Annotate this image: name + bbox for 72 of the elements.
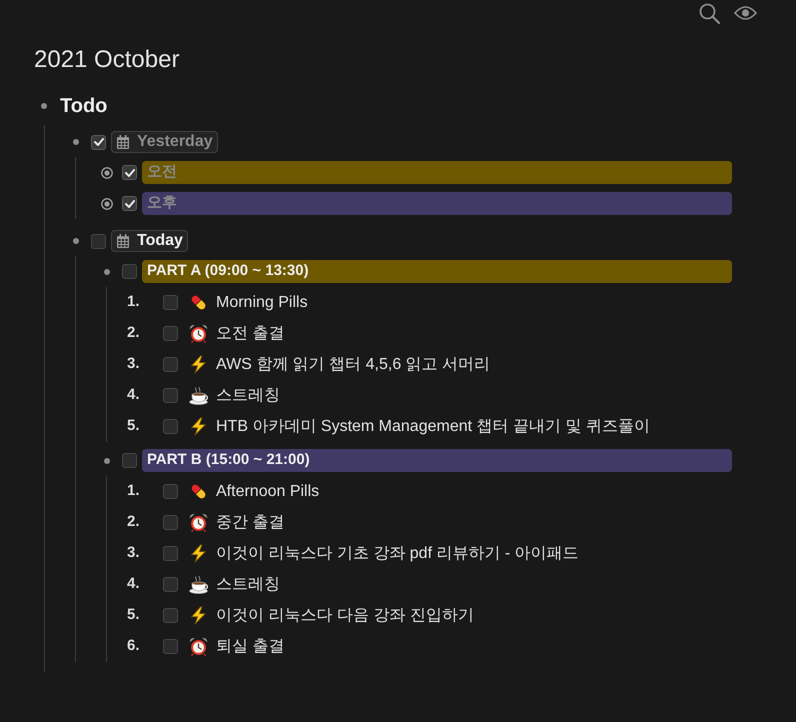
task-text: 오전 출결: [216, 324, 284, 344]
task-text: 이것이 리눅스다 기초 강좌 pdf 리뷰하기 - 아이패드: [216, 544, 579, 564]
task-text: Morning Pills: [216, 292, 308, 312]
list-number: 5.: [127, 416, 141, 436]
task-text: AWS 함께 읽기 챕터 4,5,6 읽고 서머리: [216, 354, 490, 374]
list-number: 2.: [127, 512, 141, 532]
checkbox[interactable]: [163, 608, 178, 623]
list-number: 3.: [127, 354, 141, 374]
coffee-cup-icon: [189, 575, 208, 594]
highlighted-text: 오전: [147, 162, 177, 182]
search-icon[interactable]: [699, 3, 720, 24]
checkbox[interactable]: [163, 419, 178, 434]
checkbox[interactable]: [163, 515, 178, 530]
bullet-icon[interactable]: [73, 139, 79, 145]
date-label: Yesterday: [137, 132, 213, 152]
checkbox[interactable]: [163, 484, 178, 499]
task-text: 이것이 리눅스다 다음 강좌 진입하기: [216, 606, 474, 626]
checkbox[interactable]: [122, 165, 137, 180]
checkbox[interactable]: [122, 453, 137, 468]
task-text: 중간 출결: [216, 512, 284, 532]
list-number: 4.: [127, 574, 141, 594]
highlighted-text: PART A (09:00 ~ 13:30): [147, 261, 309, 282]
checkbox[interactable]: [91, 234, 106, 248]
list-number: 3.: [127, 543, 141, 564]
checkbox[interactable]: [163, 639, 178, 654]
task-text: 스트레칭: [216, 386, 280, 406]
coffee-cup-icon: [189, 386, 208, 405]
alarm-clock-icon: [189, 513, 208, 532]
calendar-icon: [117, 135, 129, 149]
checkbox[interactable]: [122, 196, 137, 211]
highlighted-text: 오후: [147, 193, 177, 214]
bullet-icon[interactable]: [73, 238, 79, 244]
date-label: Today: [137, 231, 183, 251]
alarm-clock-icon: [189, 324, 208, 343]
checkbox[interactable]: [163, 295, 178, 310]
task-text: Afternoon Pills: [216, 482, 320, 502]
list-number: 4.: [127, 385, 141, 406]
checkmark-icon: [124, 168, 134, 176]
checkbox[interactable]: [163, 357, 178, 372]
page-title: 2021 October: [33, 45, 180, 75]
lightning-bolt-icon: [189, 417, 208, 436]
checkbox[interactable]: [163, 326, 178, 341]
pill-icon: [189, 482, 208, 501]
bullet-icon[interactable]: [104, 458, 110, 464]
task-text: 퇴실 출결: [216, 636, 284, 656]
task-text: HTB 아카데미 System Management 챕터 끝내기 및 퀴즈풀이: [216, 416, 650, 436]
lightning-bolt-icon: [189, 606, 208, 625]
calendar-icon: [117, 234, 129, 248]
pill-icon: [189, 293, 208, 312]
eye-icon[interactable]: [734, 6, 757, 20]
checkbox[interactable]: [122, 264, 137, 279]
task-text: 스트레칭: [216, 574, 280, 594]
lightning-bolt-icon: [189, 355, 208, 374]
list-heading: Todo: [60, 94, 108, 119]
list-number: 2.: [127, 323, 141, 344]
list-number: 6.: [127, 636, 141, 656]
bullet-icon[interactable]: [41, 103, 47, 109]
checkmark-icon: [124, 200, 134, 208]
collapsed-bullet-icon[interactable]: [101, 198, 113, 210]
checkmark-icon: [94, 138, 104, 146]
checkbox[interactable]: [91, 134, 106, 150]
list-number: 5.: [127, 605, 141, 626]
checkbox[interactable]: [163, 388, 178, 403]
checkbox[interactable]: [163, 546, 178, 561]
list-number: 1.: [127, 292, 141, 312]
lightning-bolt-icon: [189, 544, 208, 563]
alarm-clock-icon: [189, 637, 208, 656]
list-number: 1.: [127, 481, 141, 502]
checkbox[interactable]: [163, 577, 178, 592]
bullet-icon[interactable]: [104, 268, 110, 274]
collapsed-bullet-icon[interactable]: [101, 166, 113, 178]
highlighted-text: PART B (15:00 ~ 21:00): [147, 450, 310, 470]
